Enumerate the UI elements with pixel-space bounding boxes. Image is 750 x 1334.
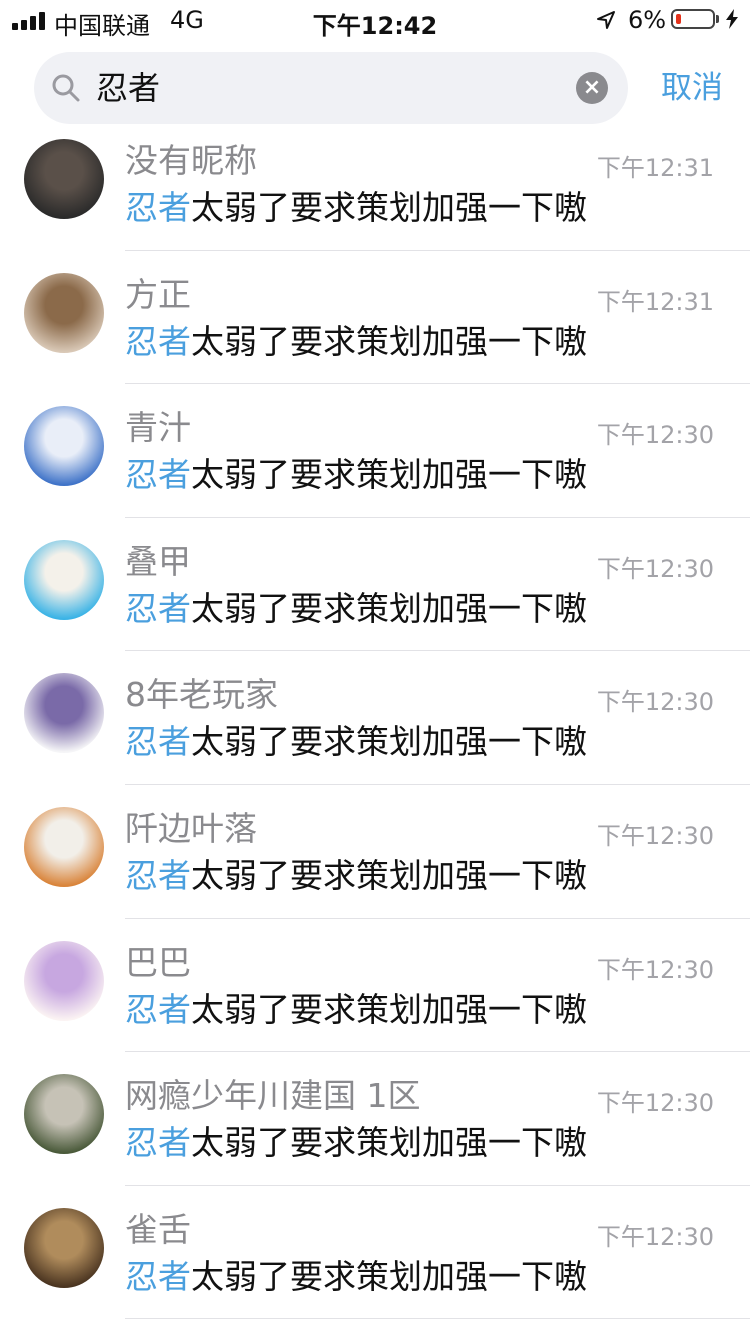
- message-time: 下午12:30: [596, 955, 714, 984]
- highlighted-keyword: 忍者: [125, 588, 191, 628]
- search-input[interactable]: 忍者: [96, 66, 160, 110]
- message-time: 下午12:31: [596, 154, 714, 182]
- battery-icon: [671, 9, 715, 29]
- highlighted-keyword: 忍者: [125, 722, 191, 762]
- message-time: 下午12:31: [596, 287, 714, 316]
- row-divider: [125, 1318, 750, 1320]
- highlighted-keyword: 忍者: [125, 855, 191, 895]
- sender-name: 没有昵称: [125, 141, 257, 180]
- charging-bolt-icon: [726, 9, 738, 29]
- message-preview: 忍者太弱了要求策划加强一下嗷: [125, 987, 587, 1033]
- message-preview: 忍者太弱了要求策划加强一下嗷: [125, 853, 587, 899]
- message-text: 太弱了要求策划加强一下嗷: [191, 989, 587, 1029]
- avatar[interactable]: [24, 139, 104, 219]
- message-text: 太弱了要求策划加强一下嗷: [191, 321, 587, 361]
- list-item[interactable]: 青汁 下午12:30 忍者太弱了要求策划加强一下嗷: [0, 402, 750, 536]
- avatar[interactable]: [24, 272, 104, 353]
- sender-name: 阡边叶落: [125, 808, 257, 848]
- avatar[interactable]: [24, 940, 104, 1021]
- message-preview: 忍者太弱了要求策划加强一下嗷: [125, 586, 587, 632]
- row-divider: [125, 1051, 750, 1053]
- list-item[interactable]: 叠甲 下午12:30 忍者太弱了要求策划加强一下嗷: [0, 536, 750, 670]
- avatar[interactable]: [24, 806, 104, 887]
- message-time: 下午12:30: [596, 1089, 714, 1118]
- message-preview: 忍者太弱了要求策划加强一下嗷: [125, 452, 587, 498]
- message-time: 下午12:30: [596, 554, 714, 583]
- highlighted-keyword: 忍者: [125, 1123, 191, 1163]
- row-divider: [125, 917, 750, 919]
- battery-percentage: 6%: [628, 6, 667, 34]
- message-time: 下午12:30: [596, 421, 714, 450]
- sender-name: 叠甲: [125, 541, 191, 581]
- search-field[interactable]: 忍者 ×: [34, 52, 628, 124]
- message-text: 太弱了要求策划加强一下嗷: [191, 855, 587, 895]
- sender-name: 巴巴: [125, 942, 191, 982]
- message-text: 太弱了要求策划加强一下嗷: [191, 588, 587, 628]
- message-text: 太弱了要求策划加强一下嗷: [191, 1123, 587, 1163]
- message-preview: 忍者太弱了要求策划加强一下嗷: [125, 319, 587, 365]
- message-preview: 忍者太弱了要求策划加强一下嗷: [125, 719, 587, 765]
- highlighted-keyword: 忍者: [125, 321, 191, 361]
- chat-search-screen: 中国联通 4G 下午12:42 6% 忍者 × 取消 没有昵称 下午12:31 忍者…: [0, 0, 750, 1334]
- avatar[interactable]: [24, 1074, 104, 1155]
- avatar[interactable]: [24, 673, 104, 754]
- list-item[interactable]: 雀舌 下午12:30 忍者太弱了要求策划加强一下嗷: [0, 1204, 750, 1334]
- clear-search-button[interactable]: ×: [576, 72, 608, 104]
- message-time: 下午12:30: [596, 688, 714, 717]
- sender-name: 网瘾少年川建国 1区: [125, 1076, 421, 1116]
- highlighted-keyword: 忍者: [125, 989, 191, 1029]
- sender-name: 方正: [125, 274, 191, 314]
- message-preview: 忍者太弱了要求策划加强一下嗷: [125, 185, 587, 231]
- search-icon: [52, 74, 80, 102]
- message-text: 太弱了要求策划加强一下嗷: [191, 1256, 587, 1296]
- row-divider: [125, 650, 750, 652]
- highlighted-keyword: 忍者: [125, 455, 191, 495]
- list-item[interactable]: 8年老玩家 下午12:30 忍者太弱了要求策划加强一下嗷: [0, 669, 750, 803]
- list-item[interactable]: 网瘾少年川建国 1区 下午12:30 忍者太弱了要求策划加强一下嗷: [0, 1070, 750, 1204]
- battery-cap: [716, 15, 719, 23]
- search-result-list: 没有昵称 下午12:31 忍者太弱了要求策划加强一下嗷 方正 下午12:31 忍者太弱了要…: [0, 135, 750, 1334]
- message-text: 太弱了要求策划加强一下嗷: [191, 188, 587, 227]
- row-divider: [125, 249, 750, 251]
- avatar[interactable]: [24, 539, 104, 620]
- avatar[interactable]: [24, 1207, 104, 1288]
- message-time: 下午12:30: [596, 821, 714, 850]
- row-divider: [125, 383, 750, 385]
- sender-name: 雀舌: [125, 1209, 191, 1249]
- message-preview: 忍者太弱了要求策划加强一下嗷: [125, 1254, 587, 1300]
- location-arrow-icon: [597, 11, 615, 29]
- highlighted-keyword: 忍者: [125, 1256, 191, 1296]
- list-item[interactable]: 没有昵称 下午12:31 忍者太弱了要求策划加强一下嗷: [0, 135, 750, 269]
- message-text: 太弱了要求策划加强一下嗷: [191, 722, 587, 762]
- message-preview: 忍者太弱了要求策划加强一下嗷: [125, 1120, 587, 1166]
- row-divider: [125, 516, 750, 518]
- battery-level-fill: [676, 14, 681, 24]
- list-item[interactable]: 阡边叶落 下午12:30 忍者太弱了要求策划加强一下嗷: [0, 803, 750, 937]
- cancel-button[interactable]: 取消: [661, 66, 723, 110]
- status-bar: 中国联通 4G 下午12:42 6%: [0, 0, 750, 42]
- sender-name: 8年老玩家: [125, 675, 278, 715]
- message-text: 太弱了要求策划加强一下嗷: [191, 455, 587, 495]
- list-item[interactable]: 巴巴 下午12:30 忍者太弱了要求策划加强一下嗷: [0, 937, 750, 1071]
- list-item[interactable]: 方正 下午12:31 忍者太弱了要求策划加强一下嗷: [0, 269, 750, 403]
- avatar[interactable]: [24, 406, 104, 487]
- row-divider: [125, 783, 750, 785]
- highlighted-keyword: 忍者: [125, 188, 191, 227]
- sender-name: 青汁: [125, 408, 191, 448]
- row-divider: [125, 1184, 750, 1186]
- message-time: 下午12:30: [596, 1222, 714, 1251]
